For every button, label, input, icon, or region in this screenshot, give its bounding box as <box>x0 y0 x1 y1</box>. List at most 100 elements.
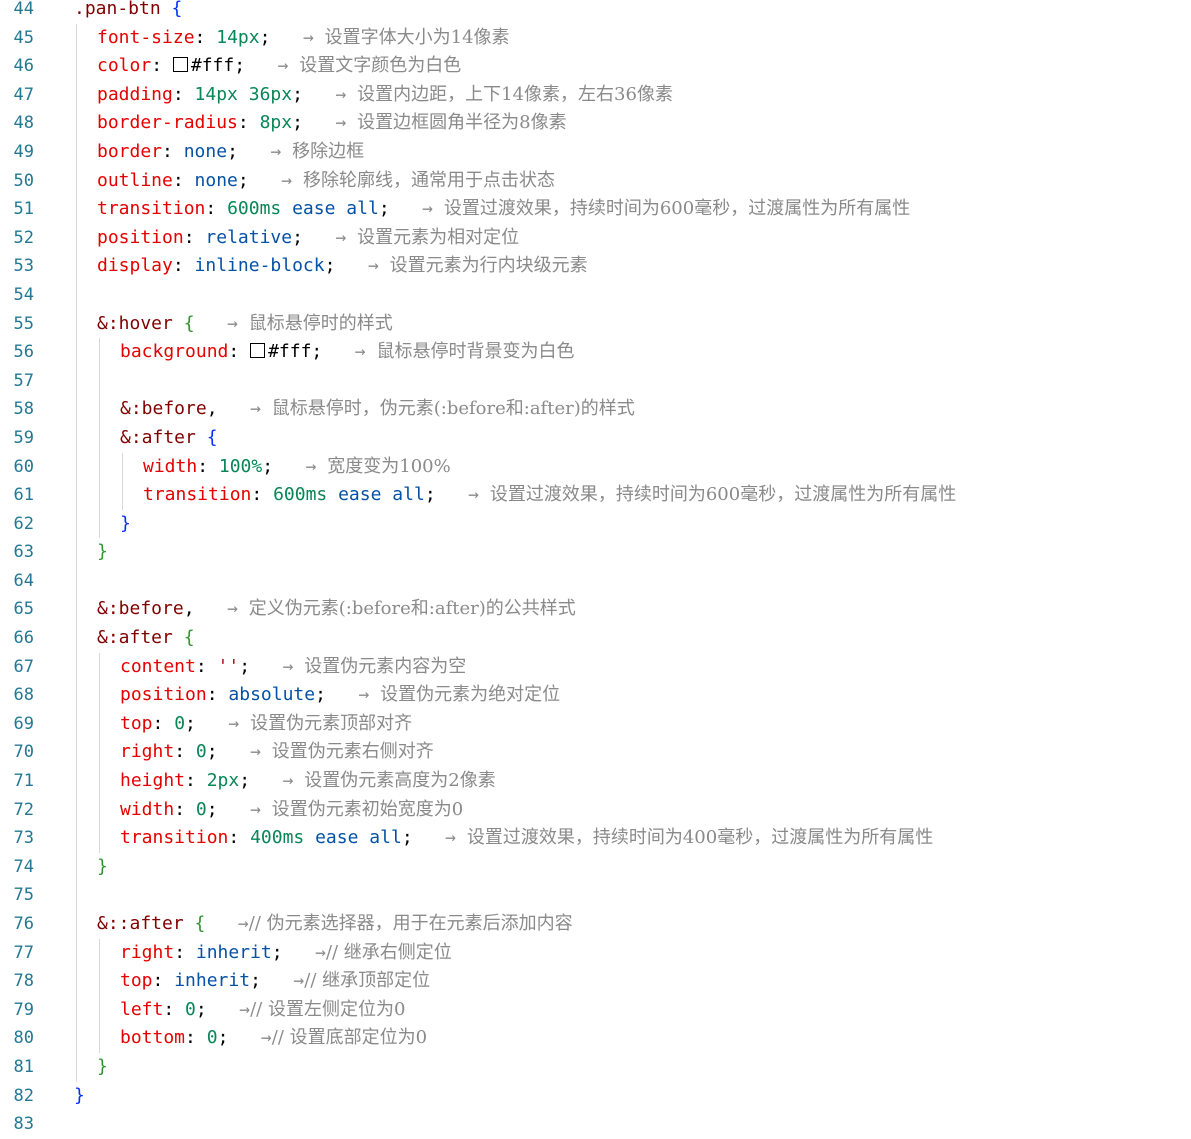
token-num: 0 <box>174 712 186 734</box>
token-comment: 宽度变为100% <box>327 455 451 477</box>
code-line[interactable]: 58 &:before, → 鼠标悬停时，伪元素(:before和:after)的… <box>0 395 1191 424</box>
code-line[interactable]: 49 border: none; → 移除边框 <box>0 137 1191 167</box>
line-number: 49 <box>13 141 34 162</box>
code-line[interactable]: 78 top: inherit; →// 继承顶部定位 <box>0 967 1191 996</box>
token-plain: : <box>174 741 196 763</box>
code-line[interactable]: 67 content: ''; → 设置伪元素内容为空 <box>0 652 1191 682</box>
token-sel: &:before <box>120 398 207 420</box>
line-number: 66 <box>13 628 34 649</box>
code-line[interactable]: 55 &:hover { → 鼠标悬停时的样式 <box>0 309 1191 339</box>
code-line[interactable]: 56 background: #fff; → 鼠标悬停时背景变为白色 <box>0 338 1191 367</box>
code-line[interactable]: 71 height: 2px; → 设置伪元素高度为2像素 <box>0 767 1191 796</box>
code-line[interactable]: 79 left: 0; →// 设置左侧定位为0 <box>0 995 1191 1025</box>
indent-guide <box>76 80 77 110</box>
code-line[interactable]: 63} <box>0 538 1191 567</box>
code-line[interactable]: 66 &:after { <box>0 624 1191 653</box>
code-line[interactable]: 81} <box>0 1052 1191 1082</box>
token-plain: ; <box>250 970 261 992</box>
code-line[interactable]: 46 color: #fff; → 设置文字颜色为白色 <box>0 52 1191 81</box>
code-text: width: 0; → 设置伪元素初始宽度为0 <box>120 796 463 825</box>
code-line[interactable]: 59 &:after { <box>0 423 1191 453</box>
indent-guide <box>76 52 77 81</box>
indent-guide <box>99 395 100 424</box>
indent-guide <box>99 652 100 682</box>
token-prop: outline <box>97 169 173 191</box>
token-prop: color <box>97 55 152 77</box>
code-line[interactable]: 69 top: 0; → 设置伪元素顶部对齐 <box>0 709 1191 739</box>
token-brace: } <box>97 541 108 563</box>
indent-guide <box>76 109 77 138</box>
code-line[interactable]: 48 border-radius: 8px; → 设置边框圆角半径为8像素 <box>0 109 1191 138</box>
token-plain: ; <box>206 798 218 820</box>
line-number: 50 <box>13 170 34 191</box>
token-comment: 设置过渡效果，持续时间为400毫秒，过渡属性为所有属性 <box>466 827 934 849</box>
code-line[interactable]: 74} <box>0 852 1191 882</box>
code-line[interactable]: 83 <box>0 1110 1191 1139</box>
code-text: border: none; → 移除边框 <box>97 138 364 167</box>
line-number: 69 <box>13 713 34 734</box>
token-num: 0 <box>185 998 196 1020</box>
token-prop: padding <box>97 83 173 105</box>
code-line[interactable]: 72 width: 0; → 设置伪元素初始宽度为0 <box>0 795 1191 825</box>
code-text: } <box>120 510 131 539</box>
line-number: 71 <box>13 771 34 792</box>
code-lines: 44 .pan-btn {45 font-size: 14px; → 设置字体大小为… <box>0 0 1191 1139</box>
code-text: position: relative; → 设置元素为相对定位 <box>97 224 519 253</box>
token-plain: ; <box>262 455 274 477</box>
code-line[interactable]: 57 <box>0 366 1191 396</box>
code-line[interactable]: 77 right: inherit; →// 继承右侧定位 <box>0 938 1191 968</box>
line-number: 58 <box>13 399 34 420</box>
token-prop: width <box>120 798 175 820</box>
code-line[interactable]: 65 &:before, → 定义伪元素(:before和:after)的公共样式 <box>0 595 1191 625</box>
line-number: 74 <box>13 856 34 877</box>
code-line[interactable]: 68 position: absolute; → 设置伪元素为绝对定位 <box>0 681 1191 710</box>
code-line[interactable]: 44 .pan-btn { <box>0 0 1191 24</box>
code-line[interactable]: 76 &::after { →// 伪元素选择器，用于在元素后添加内容 <box>0 910 1191 939</box>
indent-guide <box>76 423 77 453</box>
token-prop: top <box>120 970 153 992</box>
code-line[interactable]: 52 position: relative; → 设置元素为相对定位 <box>0 223 1191 253</box>
line-number: 62 <box>13 513 34 534</box>
token-comment: 设置元素为相对定位 <box>357 226 520 248</box>
code-line[interactable]: 80 bottom: 0; →// 设置底部定位为0 <box>0 1024 1191 1053</box>
token-comment: 移除轮廓线，通常用于点击状态 <box>302 169 555 191</box>
code-line[interactable]: 70 right: 0; → 设置伪元素右侧对齐 <box>0 738 1191 768</box>
token-plain: : <box>174 941 196 963</box>
token-arrow: → <box>237 913 249 934</box>
code-line[interactable]: 61 transition: 600ms ease all; → 设置过渡效果，持… <box>0 481 1191 510</box>
indent-guide <box>99 709 100 739</box>
code-line[interactable]: 60 width: 100%; → 宽度变为100% <box>0 452 1191 482</box>
code-line[interactable]: 47 padding: 14px 36px; → 设置内边距，上下14像素，左右3… <box>0 80 1191 110</box>
code-line[interactable]: 75 <box>0 881 1191 910</box>
token-prop: position <box>120 684 207 706</box>
indent-guide <box>99 767 100 796</box>
indent-guide <box>76 1052 77 1082</box>
code-line[interactable]: 82} <box>0 1082 1191 1111</box>
code-line[interactable]: 64 <box>0 566 1191 596</box>
indent-guide <box>76 824 77 853</box>
code-line[interactable]: 50 outline: none; → 移除轮廓线，通常用于点击状态 <box>0 166 1191 196</box>
code-line[interactable]: 62} <box>0 509 1191 539</box>
token-num: 0 <box>206 1027 218 1049</box>
token-prop: border <box>97 140 163 162</box>
indent-guide <box>99 366 100 396</box>
token-plain: , <box>183 598 195 620</box>
code-line[interactable]: 45 font-size: 14px; → 设置字体大小为14像素 <box>0 23 1191 53</box>
code-line[interactable]: 51 transition: 600ms ease all; → 设置过渡效果，持… <box>0 195 1191 224</box>
line-number: 63 <box>13 542 34 563</box>
token-plain: : <box>152 712 175 734</box>
indent-guide <box>76 452 77 482</box>
code-editor[interactable]: 44 .pan-btn {45 font-size: 14px; → 设置字体大小为… <box>0 0 1191 1138</box>
code-text: top: inherit; →// 继承顶部定位 <box>120 967 430 996</box>
code-line[interactable]: 53 display: inline-block; → 设置元素为行内块级元素 <box>0 252 1191 281</box>
line-number: 79 <box>13 999 34 1020</box>
line-number: 47 <box>13 84 34 105</box>
code-line[interactable]: 54 <box>0 280 1191 310</box>
code-line[interactable]: 73 transition: 400ms ease all; → 设置过渡效果，持… <box>0 824 1191 853</box>
